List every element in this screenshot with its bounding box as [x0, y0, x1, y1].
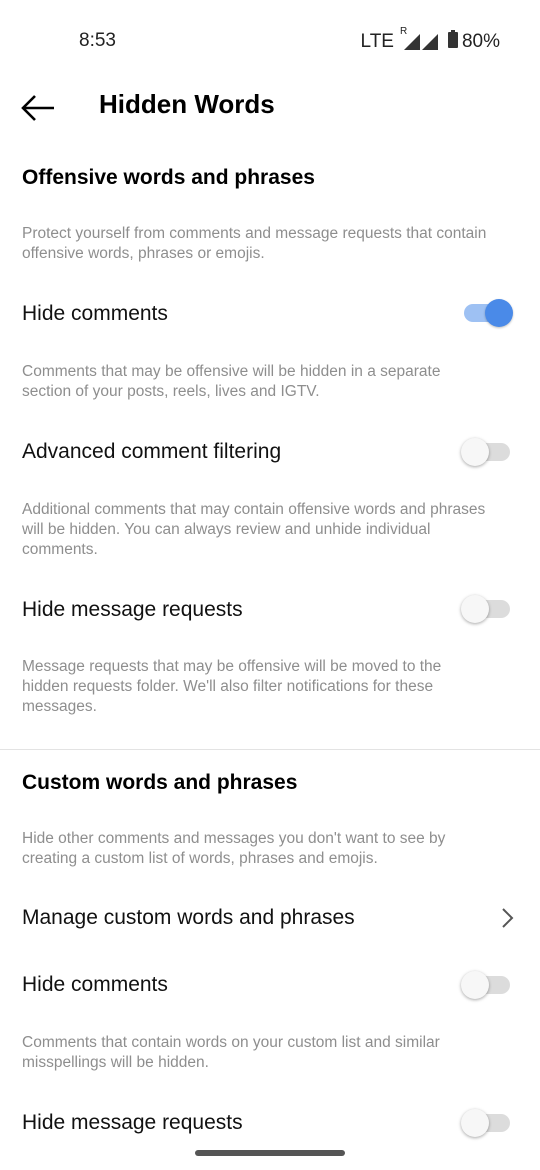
status-indicators: LTE R 80%: [360, 26, 500, 54]
hide-message-requests-description: Message requests that may be offensive w…: [22, 658, 442, 715]
back-arrow-icon: [21, 95, 54, 121]
section-divider: [0, 749, 540, 750]
battery-percent: 80%: [461, 31, 500, 52]
section-description-offensive: Protect yourself from comments and messa…: [22, 225, 487, 262]
toggle-knob: [461, 971, 489, 999]
custom-hide-message-requests-label: Hide message requests: [22, 1111, 243, 1134]
home-indicator[interactable]: [195, 1150, 345, 1156]
advanced-filtering-label: Advanced comment filtering: [22, 440, 282, 463]
hide-comments-label: Hide comments: [22, 302, 168, 325]
toggle-knob: [461, 438, 489, 466]
page-title: Hidden Words: [99, 89, 275, 119]
advanced-filtering-description: Additional comments that may contain off…: [22, 501, 486, 558]
hide-comments-toggle[interactable]: [461, 298, 513, 328]
custom-hide-message-requests-toggle[interactable]: [461, 1108, 513, 1138]
back-button[interactable]: [20, 88, 60, 128]
battery-icon: [447, 30, 458, 54]
hide-message-requests-toggle[interactable]: [461, 594, 513, 624]
signal-icon: R: [400, 26, 442, 52]
section-heading-custom: Custom words and phrases: [22, 771, 298, 794]
status-time: 8:53: [79, 30, 116, 51]
network-type: LTE: [360, 31, 394, 52]
custom-hide-comments-description: Comments that contain words on your cust…: [22, 1034, 440, 1071]
chevron-right-icon: [496, 906, 518, 930]
toggle-knob: [461, 595, 489, 623]
custom-hide-comments-label: Hide comments: [22, 973, 168, 996]
toggle-knob: [485, 299, 513, 327]
hide-comments-description: Comments that may be offensive will be h…: [22, 363, 441, 400]
hide-message-requests-label: Hide message requests: [22, 598, 243, 621]
section-description-custom: Hide other comments and messages you don…: [22, 830, 446, 867]
section-heading-offensive: Offensive words and phrases: [22, 166, 315, 189]
toggle-knob: [461, 1109, 489, 1137]
manage-custom-words-label: Manage custom words and phrases: [22, 906, 355, 929]
manage-custom-words-row[interactable]: Manage custom words and phrases: [0, 892, 540, 944]
advanced-filtering-toggle[interactable]: [461, 437, 513, 467]
custom-hide-comments-toggle[interactable]: [461, 970, 513, 1000]
